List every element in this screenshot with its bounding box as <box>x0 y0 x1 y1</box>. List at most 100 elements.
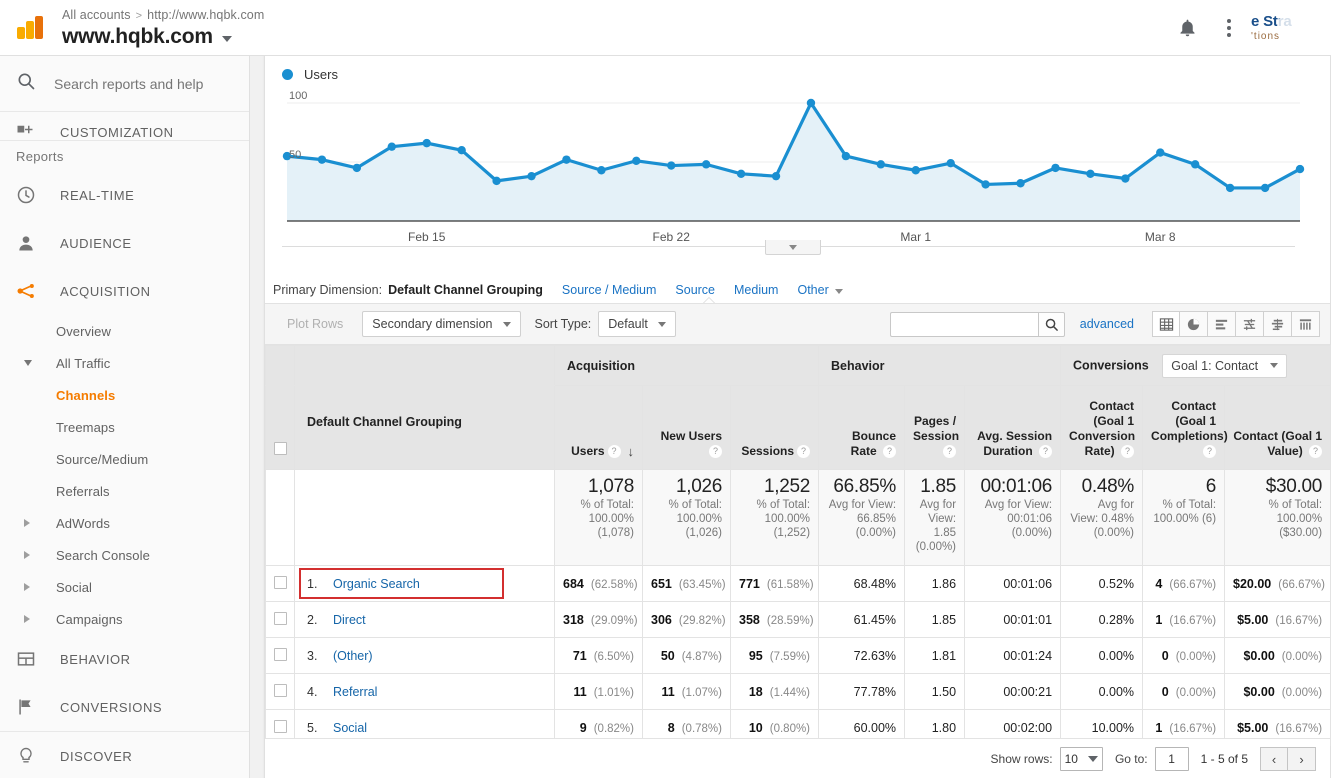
sidebar-item-real-time[interactable]: REAL-TIME <box>0 171 249 219</box>
performance-view-icon[interactable] <box>1236 311 1264 337</box>
sidebar-item-campaigns[interactable]: Campaigns <box>0 603 249 635</box>
search-input[interactable]: Search reports and help <box>54 76 203 92</box>
search-input[interactable] <box>889 311 1038 337</box>
sidebar-item-social[interactable]: Social <box>0 571 249 603</box>
chart-collapse-handle[interactable] <box>765 240 821 255</box>
sidebar-item-all-traffic[interactable]: All Traffic <box>0 347 249 379</box>
search-reports-row[interactable]: Search reports and help <box>0 56 249 112</box>
sidebar-item-overview[interactable]: Overview <box>0 315 249 347</box>
channel-link[interactable]: Social <box>333 721 367 735</box>
help-icon[interactable]: ? <box>883 445 897 459</box>
checkbox-icon[interactable] <box>274 719 287 733</box>
table-row[interactable]: 4. Referral 11 (1.01%) 11 (1.07%) 18 (1.44%) 77.… <box>265 673 1331 710</box>
channel-link[interactable]: Organic Search <box>333 577 420 591</box>
primary-dimension-other-label[interactable]: Other <box>797 283 828 297</box>
column-header-avg-session-duration[interactable]: Avg. Session Duration ? <box>964 385 1062 470</box>
column-header-pages-session[interactable]: Pages / Session ? <box>904 385 966 470</box>
table-search-group: advanced <box>889 311 1320 337</box>
go-to-input[interactable] <box>1154 747 1189 771</box>
sidebar-item-treemaps[interactable]: Treemaps <box>0 411 249 443</box>
row-checkbox-cell[interactable] <box>265 601 295 638</box>
totals-bounce-rate: 66.85% Avg for View: 66.85% (0.00%) <box>818 469 906 566</box>
primary-dimension-other[interactable]: Other <box>797 283 843 297</box>
show-rows-select[interactable]: 10 <box>1059 747 1103 771</box>
sidebar-item-referrals[interactable]: Referrals <box>0 475 249 507</box>
column-header-users[interactable]: Users? ↓ <box>554 385 643 470</box>
table-row[interactable]: 2. Direct 318 (29.09%) 306 (29.82%) 358 (28.59%… <box>265 601 1331 638</box>
select-all-cell[interactable] <box>265 385 295 470</box>
sidebar-item-label: Channels <box>56 387 116 403</box>
sidebar-item-conversions[interactable]: CONVERSIONS <box>0 683 249 731</box>
advanced-link[interactable]: advanced <box>1080 317 1134 331</box>
help-icon[interactable]: ? <box>943 445 957 459</box>
sidebar-item-source-medium[interactable]: Source/Medium <box>0 443 249 475</box>
help-icon[interactable]: ? <box>709 445 722 459</box>
row-index: 3. <box>307 648 318 663</box>
search-button[interactable] <box>1037 311 1065 337</box>
table-row[interactable]: 1. Organic Search 684 (62.58%) 651 (63.45%) 77… <box>265 565 1331 602</box>
sidebar-item-acquisition[interactable]: ACQUISITION <box>0 267 249 315</box>
checkbox-icon[interactable] <box>274 575 287 589</box>
checkbox-icon[interactable] <box>274 442 287 455</box>
sidebar-item-search-console[interactable]: Search Console <box>0 539 249 571</box>
property-selector[interactable]: www.hqbk.com <box>62 25 264 49</box>
column-header-goal-completions[interactable]: Contact (Goal 1 Completions) ? <box>1142 385 1228 470</box>
primary-dimension-source[interactable]: Source <box>675 283 715 297</box>
sidebar-item-discover[interactable]: DISCOVER <box>0 732 249 778</box>
legend-label: Users <box>304 67 338 82</box>
primary-dimension-source-medium[interactable]: Source / Medium <box>562 283 656 297</box>
secondary-dimension-button[interactable]: Secondary dimension <box>362 311 521 337</box>
checkbox-icon[interactable] <box>274 683 287 697</box>
help-icon[interactable]: ? <box>1121 445 1135 459</box>
bar-chart-view-icon[interactable] <box>1208 311 1236 337</box>
next-page-button[interactable]: › <box>1288 747 1316 771</box>
table-view-icon[interactable] <box>1152 311 1180 337</box>
kebab-menu-icon[interactable] <box>1209 18 1249 37</box>
checkbox-icon[interactable] <box>274 611 287 625</box>
totals-value: 0.48% <box>1081 476 1135 497</box>
column-header-bounce-rate[interactable]: Bounce Rate ? <box>818 385 906 470</box>
chart-svg[interactable]: 50 100 Feb 15 Feb 22 Mar 1 Mar 8 <box>265 89 1330 249</box>
column-header-sessions[interactable]: Sessions? <box>729 385 820 470</box>
primary-dimension-medium[interactable]: Medium <box>734 283 778 297</box>
plot-rows-button[interactable]: Plot Rows <box>275 311 355 337</box>
sidebar-item-behavior[interactable]: BEHAVIOR <box>0 635 249 683</box>
prev-page-button[interactable]: ‹ <box>1260 747 1288 771</box>
primary-dimension-selected[interactable]: Default Channel Grouping <box>388 283 543 297</box>
channel-link[interactable]: Referral <box>333 685 377 699</box>
table-row[interactable]: 3. (Other) 71 (6.50%) 50 (4.87%) 95 (7.59%) 72.6… <box>265 637 1331 674</box>
sidebar-item-adwords[interactable]: AdWords <box>0 507 249 539</box>
sidebar-item-channels[interactable]: Channels <box>0 379 249 411</box>
checkbox-icon[interactable] <box>274 647 287 661</box>
sidebar-item-customization[interactable]: CUSTOMIZATION <box>0 112 249 140</box>
goal-selector[interactable]: Goal 1: Contact <box>1162 353 1288 378</box>
google-analytics-logo[interactable] <box>8 13 52 43</box>
help-icon[interactable]: ? <box>607 445 621 458</box>
column-header-dimension[interactable]: Default Channel Grouping <box>294 385 555 470</box>
bell-icon[interactable] <box>1165 17 1209 38</box>
column-header-new-users[interactable]: New Users ? <box>642 385 731 470</box>
row-checkbox-cell[interactable] <box>265 637 295 674</box>
help-icon[interactable]: ? <box>797 445 811 459</box>
table-footer: Show rows: 10 Go to: 1 - 5 of 5 ‹ › <box>265 739 1330 778</box>
breadcrumb-all-accounts[interactable]: All accounts <box>62 8 131 22</box>
cell-bounce-rate: 72.63% <box>818 637 906 674</box>
arrow-down-icon: ↓ <box>627 444 635 459</box>
channel-link[interactable]: (Other) <box>333 649 373 663</box>
pivot-view-icon[interactable] <box>1292 311 1320 337</box>
sidebar-item-audience[interactable]: AUDIENCE <box>0 219 249 267</box>
table-column-header-row: Default Channel Grouping Users? ↓ New Use… <box>265 385 1331 470</box>
sort-type-select[interactable]: Default <box>598 311 676 337</box>
comparison-view-icon[interactable] <box>1264 311 1292 337</box>
channel-link[interactable]: Direct <box>333 613 366 627</box>
row-checkbox-cell[interactable] <box>265 673 295 710</box>
help-icon[interactable]: ? <box>1039 445 1053 459</box>
row-checkbox-cell[interactable] <box>265 565 295 602</box>
column-header-goal-value[interactable]: Contact (Goal 1 Value) ? <box>1224 385 1331 470</box>
help-icon[interactable]: ? <box>1309 445 1323 459</box>
breadcrumb-property-url[interactable]: http://www.hqbk.com <box>147 8 264 22</box>
sidebar-item-label: Search Console <box>56 547 150 563</box>
pie-chart-view-icon[interactable] <box>1180 311 1208 337</box>
help-icon[interactable]: ? <box>1203 445 1217 459</box>
column-header-goal-conversion-rate[interactable]: Contact (Goal 1 Conversion Rate) ? <box>1060 385 1144 470</box>
